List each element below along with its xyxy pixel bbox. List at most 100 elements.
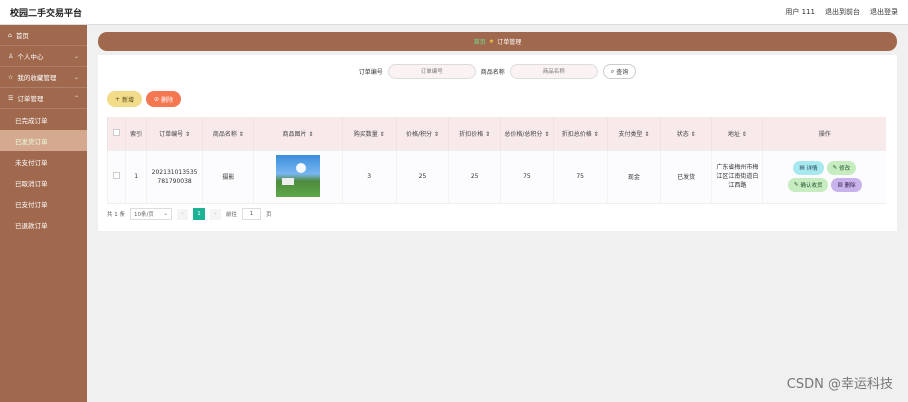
row-delete-label: 删除 bbox=[844, 183, 856, 189]
product-name-input[interactable] bbox=[509, 64, 598, 79]
address-text: 广东省梅州市梅江区江南街道白江西路 bbox=[716, 164, 759, 189]
header-index: 索引 bbox=[125, 117, 147, 150]
cell-status: 已发货 bbox=[660, 149, 712, 204]
chevron-down-icon: ⌄ bbox=[73, 73, 79, 81]
confirm-receipt-button[interactable]: ✎ 确认收货 bbox=[787, 178, 829, 192]
cell-actions: ▤ 详情 ✎ 修改 ✎ 确认收货 ▥ 删除 bbox=[762, 149, 886, 204]
back-to-front-link[interactable]: 退出到前台 bbox=[825, 7, 860, 17]
row-select[interactable] bbox=[106, 149, 126, 204]
cell-discount-price: 25 bbox=[448, 149, 501, 204]
product-name-label: 商品名称 bbox=[480, 69, 505, 76]
row-delete-button[interactable]: ▥ 删除 bbox=[831, 178, 862, 192]
header-image[interactable]: 商品图片 ⇕ bbox=[253, 117, 343, 150]
search-icon: ⌕ bbox=[610, 67, 615, 75]
star-icon: ☆ bbox=[8, 73, 14, 81]
row-checkbox[interactable] bbox=[113, 172, 121, 179]
page-number[interactable]: 1 bbox=[193, 208, 205, 220]
pencil-icon: ✎ bbox=[832, 165, 838, 171]
cell-qty: 3 bbox=[341, 149, 397, 204]
top-bar: 校园二手交易平台 用户 111 退出到前台 退出登录 bbox=[0, 0, 908, 25]
edit-button[interactable]: ✎ 修改 bbox=[826, 161, 857, 175]
cell-order-no: 202131013535781790038 bbox=[145, 149, 203, 204]
breadcrumb: 首页 ★ 订单管理 bbox=[98, 32, 897, 51]
sidebar-subitem-paid[interactable]: 已支付订单 bbox=[0, 193, 87, 214]
watermark: CSDN @幸运科技 bbox=[786, 377, 893, 392]
total-count: 共 1 条 bbox=[107, 212, 125, 218]
query-button[interactable]: ⌕ 查询 bbox=[602, 64, 637, 79]
next-page-button[interactable]: › bbox=[210, 208, 221, 220]
header-select[interactable] bbox=[106, 117, 126, 150]
header-order-no[interactable]: 订单编号 ⇕ bbox=[145, 117, 203, 150]
query-button-label: 查询 bbox=[616, 69, 629, 76]
sidebar-item-label: 订单管理 bbox=[17, 95, 44, 103]
chevron-down-icon: ⌄ bbox=[73, 52, 79, 60]
table-header-row: 索引 订单编号 ⇕ 商品名称 ⇕ 商品图片 ⇕ 购买数量 ⇕ 价格/积分 ⇕ 折… bbox=[106, 117, 886, 150]
page-size-value: 10条/页 bbox=[134, 212, 154, 218]
sidebar-subitem-refunded[interactable]: 已退款订单 bbox=[0, 214, 87, 235]
document-icon: ▤ bbox=[799, 165, 805, 171]
cell-image bbox=[253, 149, 343, 204]
select-all-checkbox[interactable] bbox=[113, 128, 121, 136]
breadcrumb-current: 订单管理 bbox=[497, 39, 522, 46]
header-qty[interactable]: 购买数量 ⇕ bbox=[341, 117, 397, 150]
order-no-text: 202131013535781790038 bbox=[151, 168, 198, 185]
sidebar-item-orders[interactable]: ☰ 订单管理 ⌃ bbox=[0, 88, 87, 109]
prev-page-button[interactable]: ‹ bbox=[177, 208, 188, 220]
cell-index: 1 bbox=[125, 149, 147, 204]
header-address[interactable]: 地址 ⇕ bbox=[711, 117, 763, 150]
user-icon: ♙ bbox=[8, 52, 14, 60]
order-no-input[interactable] bbox=[387, 64, 476, 79]
header-pay-type[interactable]: 支付类型 ⇕ bbox=[606, 117, 661, 150]
trash-icon: ⊘ bbox=[154, 95, 160, 103]
orders-table: 索引 订单编号 ⇕ 商品名称 ⇕ 商品图片 ⇕ 购买数量 ⇕ 价格/积分 ⇕ 折… bbox=[106, 117, 886, 204]
sidebar-subitem-unpaid[interactable]: 未支付订单 bbox=[0, 151, 87, 172]
header-discount-total[interactable]: 折扣总价格 ⇕ bbox=[552, 117, 608, 150]
main-area: 首页 ★ 订单管理 订单编号 商品名称 ⌕ 查询 + 新增 ⊘ 删除 bbox=[87, 25, 908, 402]
chevron-up-icon: ⌃ bbox=[73, 94, 79, 102]
cell-total: 75 bbox=[500, 149, 554, 204]
header-status[interactable]: 状态 ⇕ bbox=[660, 117, 712, 150]
confirm-receipt-label: 确认收货 bbox=[800, 183, 823, 189]
add-button-label: 新增 bbox=[122, 96, 135, 104]
pencil-icon: ✎ bbox=[793, 182, 799, 188]
sidebar-item-profile[interactable]: ♙ 个人中心 ⌄ bbox=[0, 46, 87, 67]
search-bar: 订单编号 商品名称 ⌕ 查询 bbox=[98, 64, 897, 79]
sidebar-item-label: 个人中心 bbox=[17, 53, 44, 61]
cell-address: 广东省梅州市梅江区江南街道白江西路 bbox=[711, 149, 763, 204]
pagination: 共 1 条 10条/页 ⌄ ‹ 1 › 前往 1 页 bbox=[107, 208, 272, 220]
home-icon: ⌂ bbox=[8, 31, 12, 39]
sidebar-subitem-cancelled[interactable]: 已取消订单 bbox=[0, 172, 87, 193]
goto-input[interactable]: 1 bbox=[242, 208, 262, 220]
product-image bbox=[275, 154, 320, 197]
sidebar-item-label: 我的收藏管理 bbox=[17, 74, 57, 82]
sidebar-item-home[interactable]: ⌂ 首页 bbox=[0, 25, 87, 46]
order-no-label: 订单编号 bbox=[358, 69, 383, 76]
sidebar-subitem-shipped[interactable]: 已发货订单 bbox=[0, 130, 87, 151]
sidebar-subitem-completed[interactable]: 已完成订单 bbox=[0, 109, 87, 130]
content-panel: 订单编号 商品名称 ⌕ 查询 + 新增 ⊘ 删除 索引 bbox=[98, 55, 897, 231]
header-discount-price[interactable]: 折扣价格 ⇕ bbox=[448, 117, 501, 150]
header-actions: 操作 bbox=[762, 117, 886, 150]
detail-button-label: 详情 bbox=[806, 166, 818, 172]
add-button[interactable]: + 新增 bbox=[107, 91, 143, 107]
page-size-select[interactable]: 10条/页 ⌄ bbox=[130, 208, 172, 220]
user-label: 用户 111 bbox=[785, 8, 815, 16]
cell-price: 25 bbox=[395, 149, 449, 204]
trash-icon: ▥ bbox=[837, 182, 843, 188]
header-product[interactable]: 商品名称 ⇕ bbox=[202, 117, 254, 150]
detail-button[interactable]: ▤ 详情 bbox=[793, 161, 824, 175]
delete-button[interactable]: ⊘ 删除 bbox=[146, 91, 182, 107]
cell-pay-type: 现金 bbox=[606, 149, 661, 204]
order-icon: ☰ bbox=[8, 94, 14, 102]
page-unit-label: 页 bbox=[266, 212, 272, 218]
chevron-down-icon: ⌄ bbox=[163, 211, 168, 217]
breadcrumb-home[interactable]: 首页 bbox=[474, 37, 486, 46]
logout-link[interactable]: 退出登录 bbox=[870, 7, 898, 17]
header-price[interactable]: 价格/积分 ⇕ bbox=[395, 117, 449, 150]
chevron-right-icon: › bbox=[214, 211, 217, 217]
header-total[interactable]: 总价格/总积分 ⇕ bbox=[500, 117, 554, 150]
chevron-left-icon: ‹ bbox=[181, 211, 184, 217]
cell-product: 摄影 bbox=[202, 149, 254, 204]
table-row: 1 202131013535781790038 摄影 3 25 25 75 75… bbox=[106, 149, 886, 204]
sidebar-item-favorites[interactable]: ☆ 我的收藏管理 ⌄ bbox=[0, 67, 87, 88]
